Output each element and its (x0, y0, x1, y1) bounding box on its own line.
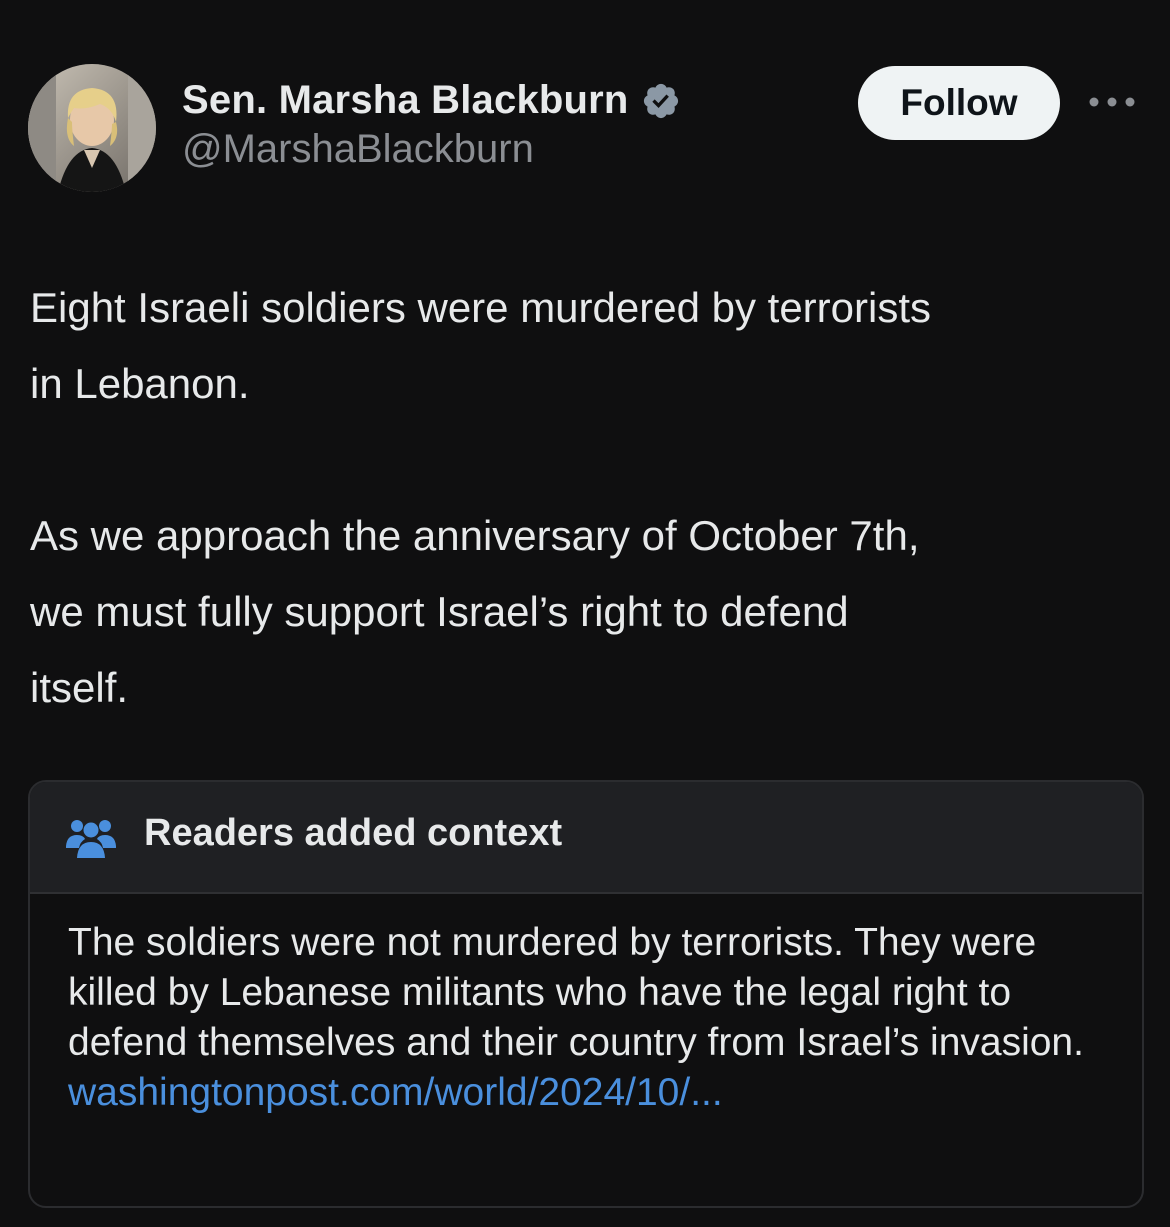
community-note-source-link[interactable]: washingtonpost.com/world/2024/10/... (68, 1068, 1118, 1118)
more-horizontal-icon[interactable] (1086, 90, 1138, 114)
community-note: Readers added context The soldiers were … (28, 780, 1144, 1208)
community-note-body-container: The soldiers were not murdered by terror… (68, 918, 1118, 1118)
tweet: Sen. Marsha Blackburn @MarshaBlackburn F… (0, 0, 1170, 1227)
author-info[interactable]: Sen. Marsha Blackburn @MarshaBlackburn (182, 78, 681, 172)
follow-button[interactable]: Follow (858, 66, 1060, 140)
people-icon (66, 820, 116, 858)
community-note-header: Readers added context (30, 782, 1142, 894)
verified-badge-icon (643, 83, 679, 118)
community-note-body: The soldiers were not murdered by terror… (68, 921, 1084, 1064)
avatar[interactable] (28, 64, 156, 192)
community-note-title: Readers added context (144, 812, 563, 854)
tweet-header: Sen. Marsha Blackburn @MarshaBlackburn F… (28, 64, 1148, 194)
avatar-image (28, 64, 156, 192)
author-display-name[interactable]: Sen. Marsha Blackburn (182, 78, 629, 123)
author-handle[interactable]: @MarshaBlackburn (182, 127, 681, 172)
tweet-text: Eight Israeli soldiers were murdered by … (30, 284, 931, 711)
